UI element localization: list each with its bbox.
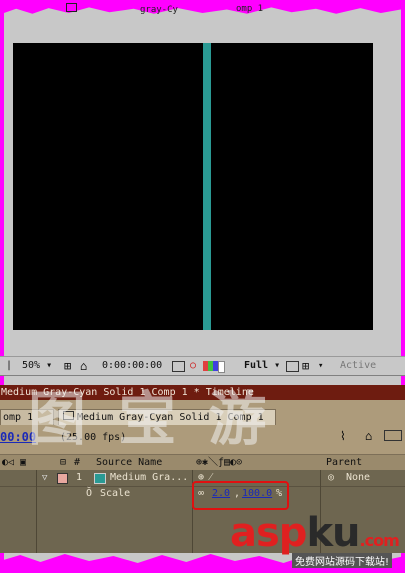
source-name-column-header[interactable]: Source Name xyxy=(96,455,162,471)
parent-column-header[interactable]: Parent xyxy=(326,455,362,471)
parent-dropdown[interactable]: None xyxy=(346,470,370,486)
layer-switches-icons: ⊕✱＼ƒ▤◐⊙ xyxy=(196,457,243,468)
composition-viewer[interactable] xyxy=(13,43,373,330)
column-divider xyxy=(36,470,37,553)
view-dropdown[interactable]: ▾ xyxy=(318,357,323,375)
separator-icon: | xyxy=(6,360,13,371)
stopwatch-icon[interactable]: Ŏ xyxy=(86,486,92,502)
window-title-fragment: gray-Cy xyxy=(66,3,178,15)
region-of-interest-icon[interactable] xyxy=(286,361,299,372)
pickwhip-icon[interactable]: ◎ xyxy=(328,470,334,486)
watermark-text: 图 宝 游 xyxy=(28,385,273,453)
brand-logo: aspku.com xyxy=(230,510,400,556)
graph-icon[interactable]: ⌂ xyxy=(365,429,372,443)
tool-icon[interactable]: ⌇ xyxy=(340,429,346,443)
camera-view-dropdown[interactable]: Active xyxy=(340,357,376,375)
switches-icons: ◐◁ ▣ xyxy=(2,457,27,468)
brand-tagline: 免费网站源码下载站! xyxy=(292,553,393,568)
number-column-header: # xyxy=(74,457,81,468)
transparency-grid-icon[interactable]: ⊞ xyxy=(302,357,309,375)
window-icon xyxy=(66,3,77,12)
solid-icon xyxy=(94,473,106,484)
layer-number: 1 xyxy=(76,472,83,483)
layer-name[interactable]: Medium Gra... xyxy=(110,470,188,486)
camera-snapshot-icon[interactable] xyxy=(172,361,185,372)
cyan-solid-layer[interactable] xyxy=(203,43,211,330)
window-title-fragment-2: omp 1 xyxy=(236,4,264,14)
film-icon[interactable] xyxy=(384,430,402,441)
layer-label-color[interactable] xyxy=(57,473,68,484)
twirl-down-icon[interactable]: ▽ xyxy=(42,470,47,486)
label-column-icon: ⊟ xyxy=(60,457,67,468)
scale-property-label: Scale xyxy=(100,488,131,499)
scale-value-highlight xyxy=(192,481,289,510)
